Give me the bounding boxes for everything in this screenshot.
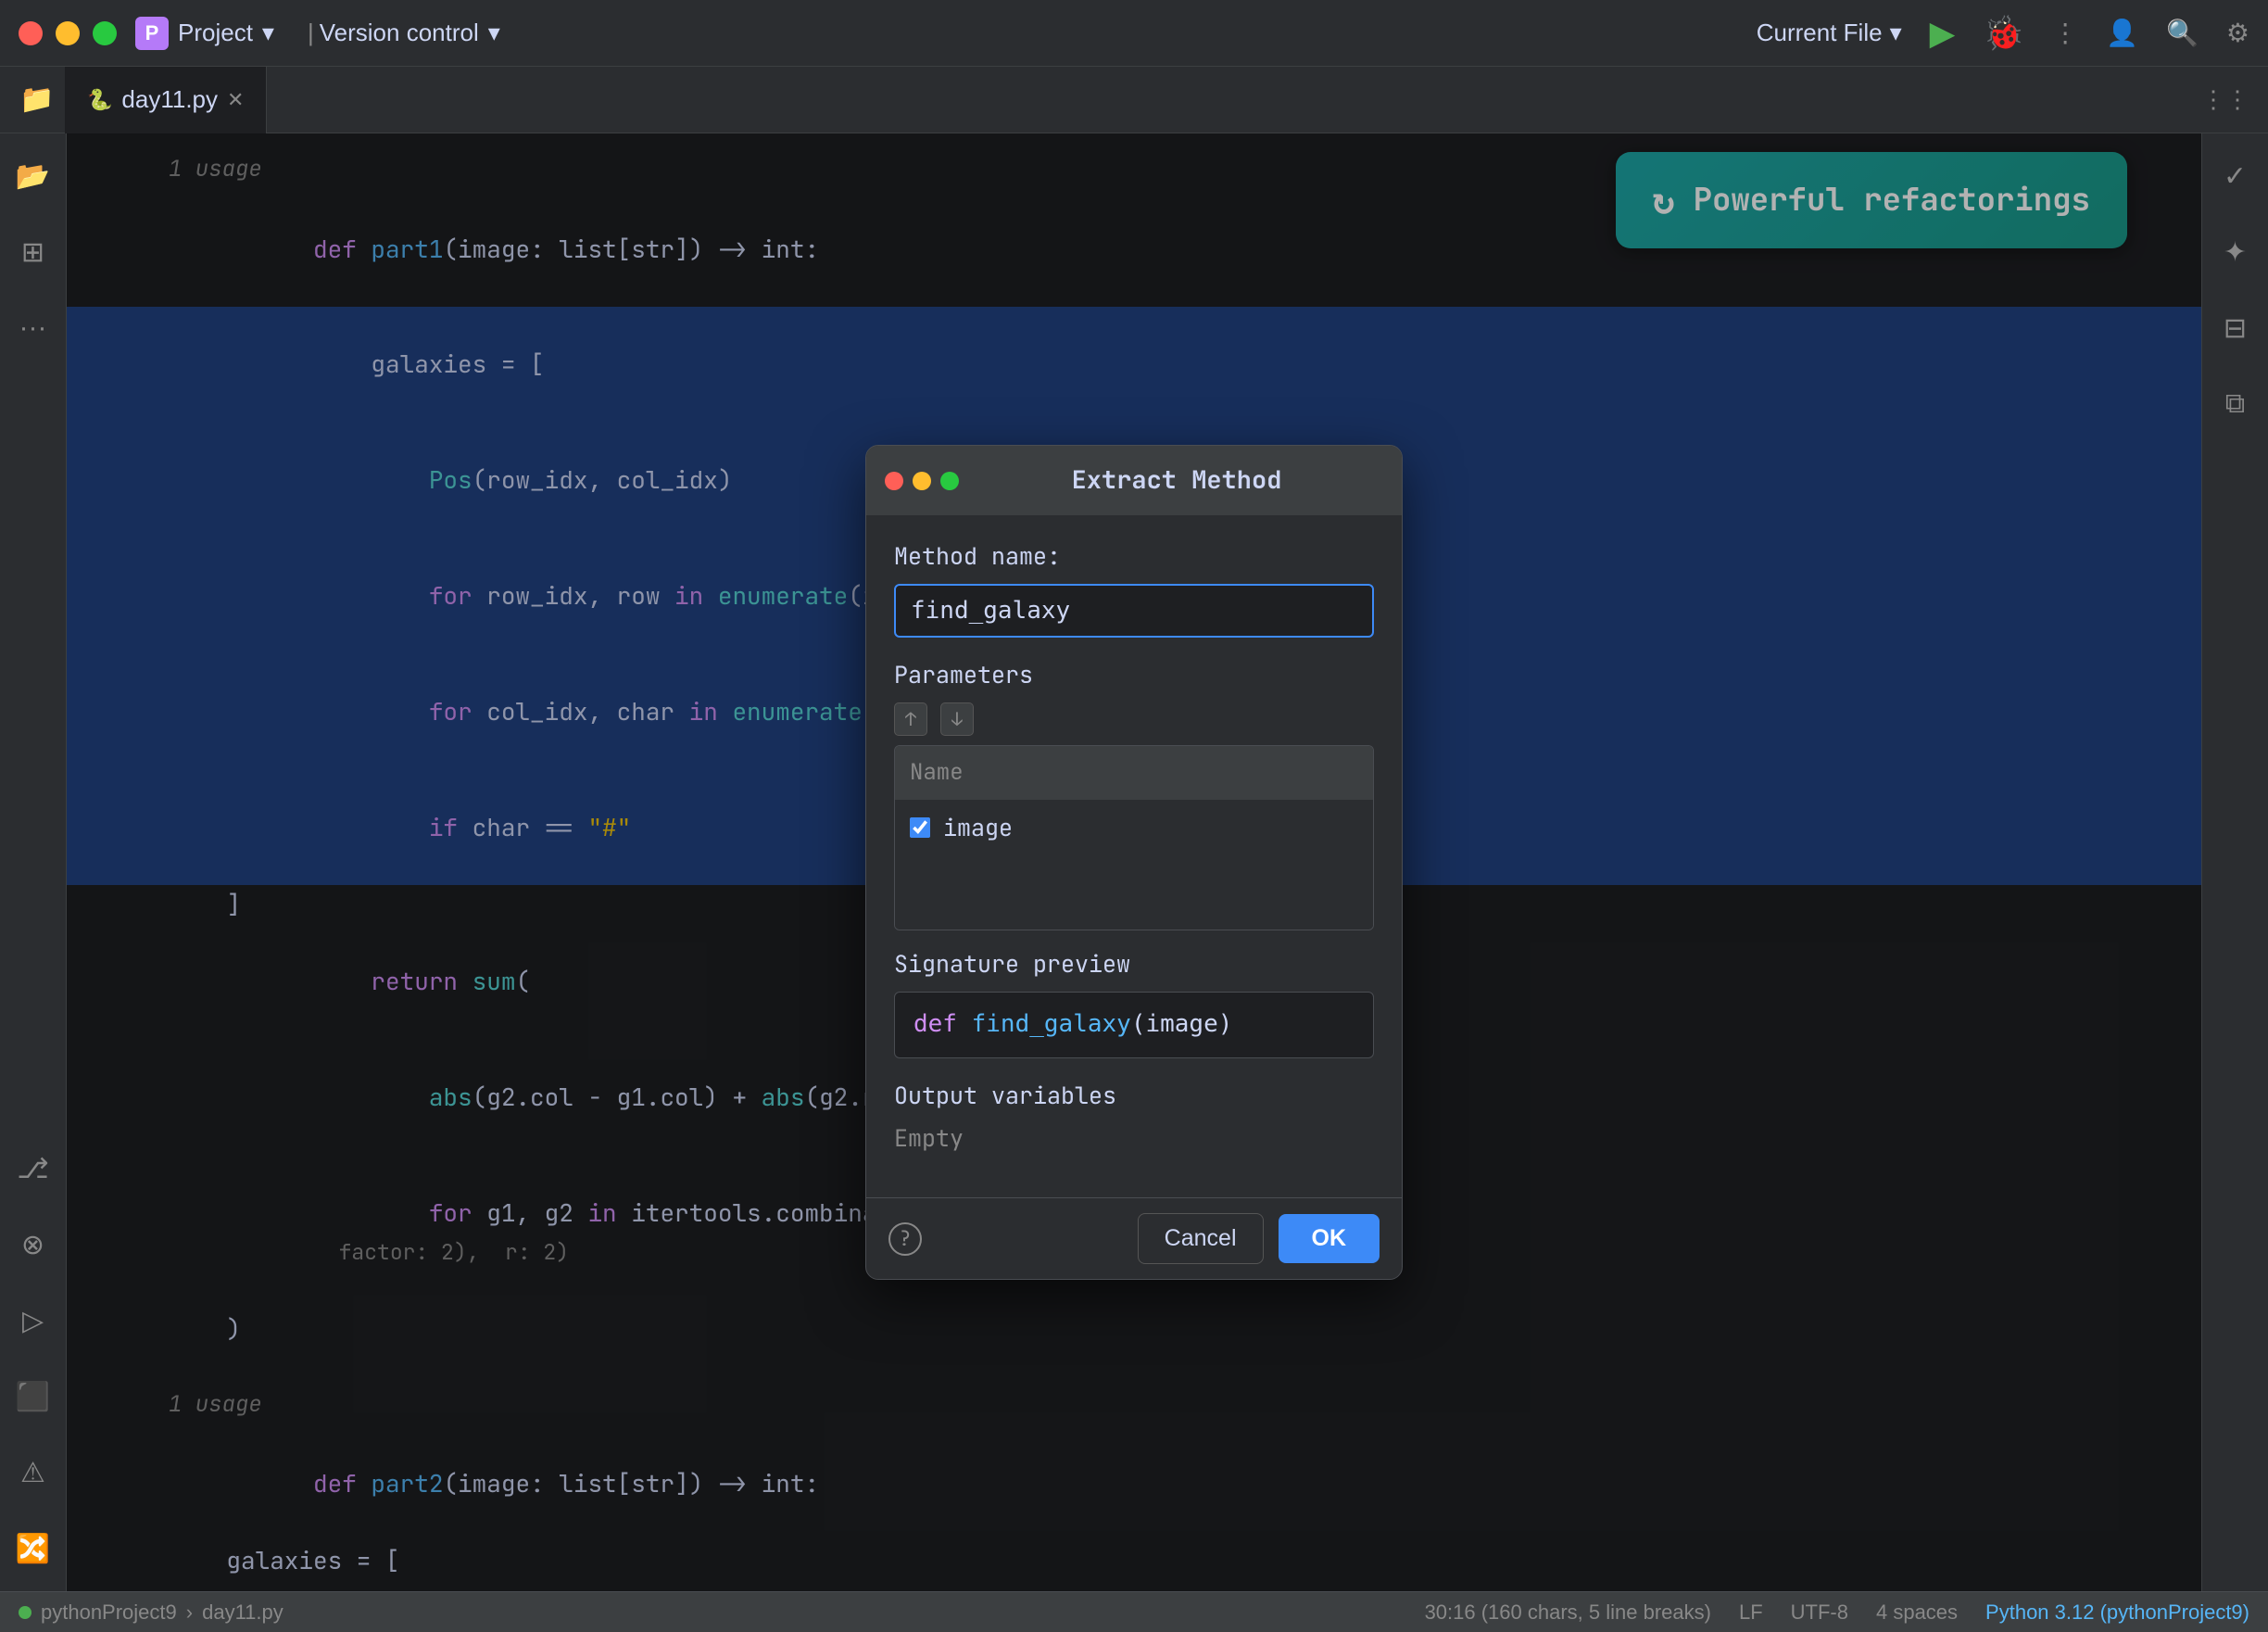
- search-icon[interactable]: 🔍: [2166, 18, 2199, 48]
- current-file-chevron-icon: ▾: [1890, 19, 1902, 47]
- sidebar-item-structure[interactable]: ⊞: [9, 228, 57, 276]
- file-tab[interactable]: 🐍 day11.py ✕: [65, 67, 267, 133]
- right-sidebar-db-icon[interactable]: ⊟: [2211, 304, 2260, 352]
- debug-icon[interactable]: 🐞: [1983, 14, 2024, 53]
- method-name-input[interactable]: [894, 584, 1374, 638]
- sidebar-toggle[interactable]: 📁: [9, 67, 65, 133]
- dialog-minimize-button[interactable]: [913, 472, 931, 490]
- tabbar-actions: ⋮⋮: [2201, 85, 2259, 114]
- dialog-footer: ? Cancel OK: [866, 1197, 1402, 1279]
- param-down-arrow[interactable]: ↓: [940, 702, 974, 736]
- right-sidebar-check-icon[interactable]: ✓: [2211, 152, 2260, 200]
- params-table: Name image: [894, 745, 1374, 930]
- current-file-label: Current File: [1757, 19, 1883, 47]
- status-line-ending: LF: [1739, 1600, 1763, 1625]
- param-up-arrow[interactable]: ↑: [894, 702, 927, 736]
- current-file-menu[interactable]: Current File ▾: [1757, 19, 1902, 47]
- project-chevron-icon: ▾: [262, 19, 274, 47]
- extract-method-dialog: Extract Method Method name: Parameters ↑…: [865, 445, 1403, 1280]
- sidebar-item-files[interactable]: 📂: [9, 152, 57, 200]
- param-image-checkbox[interactable]: [910, 817, 930, 838]
- user-icon[interactable]: 👤: [2106, 18, 2138, 48]
- more-actions-icon[interactable]: ⋮: [2052, 18, 2078, 48]
- params-empty-area: [895, 855, 1373, 930]
- status-position: 30:16 (160 chars, 5 line breaks): [1425, 1600, 1711, 1625]
- statusbar: pythonProject9 › day11.py 30:16 (160 cha…: [0, 1591, 2268, 1632]
- output-vars-value: Empty: [894, 1120, 1374, 1157]
- tab-more-icon[interactable]: ⋮⋮: [2201, 85, 2249, 114]
- right-sidebar-ai-icon[interactable]: ✦: [2211, 228, 2260, 276]
- tab-close-icon[interactable]: ✕: [227, 88, 244, 112]
- sidebar-item-run[interactable]: ▷: [9, 1297, 57, 1345]
- sig-preview: def find_galaxy(image): [894, 992, 1374, 1058]
- sidebar-item-more[interactable]: ···: [9, 304, 57, 352]
- status-indicator: [19, 1606, 32, 1619]
- cancel-button[interactable]: Cancel: [1138, 1213, 1264, 1264]
- minimize-button[interactable]: [56, 21, 80, 45]
- version-control-label: Version control: [320, 19, 479, 47]
- close-button[interactable]: [19, 21, 43, 45]
- param-row-image: image: [895, 800, 1373, 855]
- left-sidebar: 📂 ⊞ ··· ⎇ ⊗ ▷ ⬛ ⚠ 🔀: [0, 133, 67, 1591]
- ok-button[interactable]: OK: [1279, 1214, 1380, 1263]
- version-control-menu[interactable]: Version control ▾: [320, 19, 500, 47]
- sidebar-item-problems[interactable]: ⚠: [9, 1449, 57, 1497]
- project-label: Project: [178, 19, 253, 47]
- params-column-header: Name: [895, 746, 1373, 800]
- tabbar: 📁 🐍 day11.py ✕ ⋮⋮: [0, 67, 2268, 133]
- code-editor[interactable]: ↻ Powerful refactorings 1 usage def part…: [67, 133, 2201, 1591]
- file-tab-label: day11.py: [121, 85, 218, 114]
- right-sidebar-diff-icon[interactable]: ⧉: [2211, 380, 2260, 428]
- right-sidebar: ✓ ✦ ⊟ ⧉: [2201, 133, 2268, 1591]
- status-python-version[interactable]: Python 3.12 (pythonProject9): [1985, 1600, 2249, 1625]
- titlebar-right: Current File ▾ ▶ 🐞 ⋮ 👤 🔍 ⚙: [1757, 14, 2249, 53]
- separator: |: [308, 19, 314, 47]
- main-layout: 📂 ⊞ ··· ⎇ ⊗ ▷ ⬛ ⚠ 🔀 ↻ Powerful refactori…: [0, 133, 2268, 1591]
- dialog-close-button[interactable]: [885, 472, 903, 490]
- project-menu[interactable]: P Project ▾: [135, 17, 274, 50]
- statusbar-left: pythonProject9 › day11.py: [19, 1600, 284, 1625]
- status-filename: day11.py: [202, 1600, 284, 1625]
- titlebar: P Project ▾ | Version control ▾ Current …: [0, 0, 2268, 67]
- dialog-body: Method name: Parameters ↑ ↓ Name ima: [866, 515, 1402, 1197]
- version-control-chevron-icon: ▾: [488, 19, 500, 47]
- sidebar-item-terminal[interactable]: ⬛: [9, 1373, 57, 1421]
- parameters-label: Parameters: [894, 656, 1374, 693]
- sig-preview-label: Signature preview: [894, 945, 1374, 982]
- status-encoding: UTF-8: [1791, 1600, 1848, 1625]
- file-tab-icon: 🐍: [87, 88, 112, 112]
- status-indent: 4 spaces: [1876, 1600, 1958, 1625]
- dialog-maximize-button[interactable]: [940, 472, 959, 490]
- maximize-button[interactable]: [93, 21, 117, 45]
- sig-function-name: find_galaxy: [972, 1010, 1131, 1038]
- params-controls: ↑ ↓: [894, 702, 1374, 736]
- dialog-traffic-lights: [885, 472, 959, 490]
- dialog-title: Extract Method: [970, 461, 1383, 500]
- project-icon: P: [135, 17, 169, 50]
- statusbar-right: 30:16 (160 chars, 5 line breaks) LF UTF-…: [1425, 1600, 2249, 1625]
- dialog-titlebar: Extract Method: [866, 446, 1402, 515]
- sidebar-item-layers[interactable]: ⊗: [9, 1221, 57, 1269]
- help-icon[interactable]: ?: [888, 1222, 922, 1256]
- traffic-lights: [19, 21, 117, 45]
- settings-icon[interactable]: ⚙: [2226, 18, 2249, 48]
- sig-params: (image): [1131, 1010, 1233, 1038]
- status-project: pythonProject9: [41, 1600, 177, 1625]
- parameters-section: Parameters ↑ ↓ Name image: [894, 656, 1374, 930]
- param-image-label: image: [943, 809, 1013, 846]
- sidebar-item-git2[interactable]: 🔀: [9, 1524, 57, 1573]
- sidebar-item-git[interactable]: ⎇: [9, 1145, 57, 1193]
- run-icon[interactable]: ▶: [1930, 14, 1956, 53]
- sig-def-keyword: def: [914, 1010, 972, 1038]
- output-vars-label: Output variables: [894, 1077, 1374, 1114]
- method-name-label: Method name:: [894, 538, 1374, 575]
- modal-overlay: Extract Method Method name: Parameters ↑…: [67, 133, 2201, 1591]
